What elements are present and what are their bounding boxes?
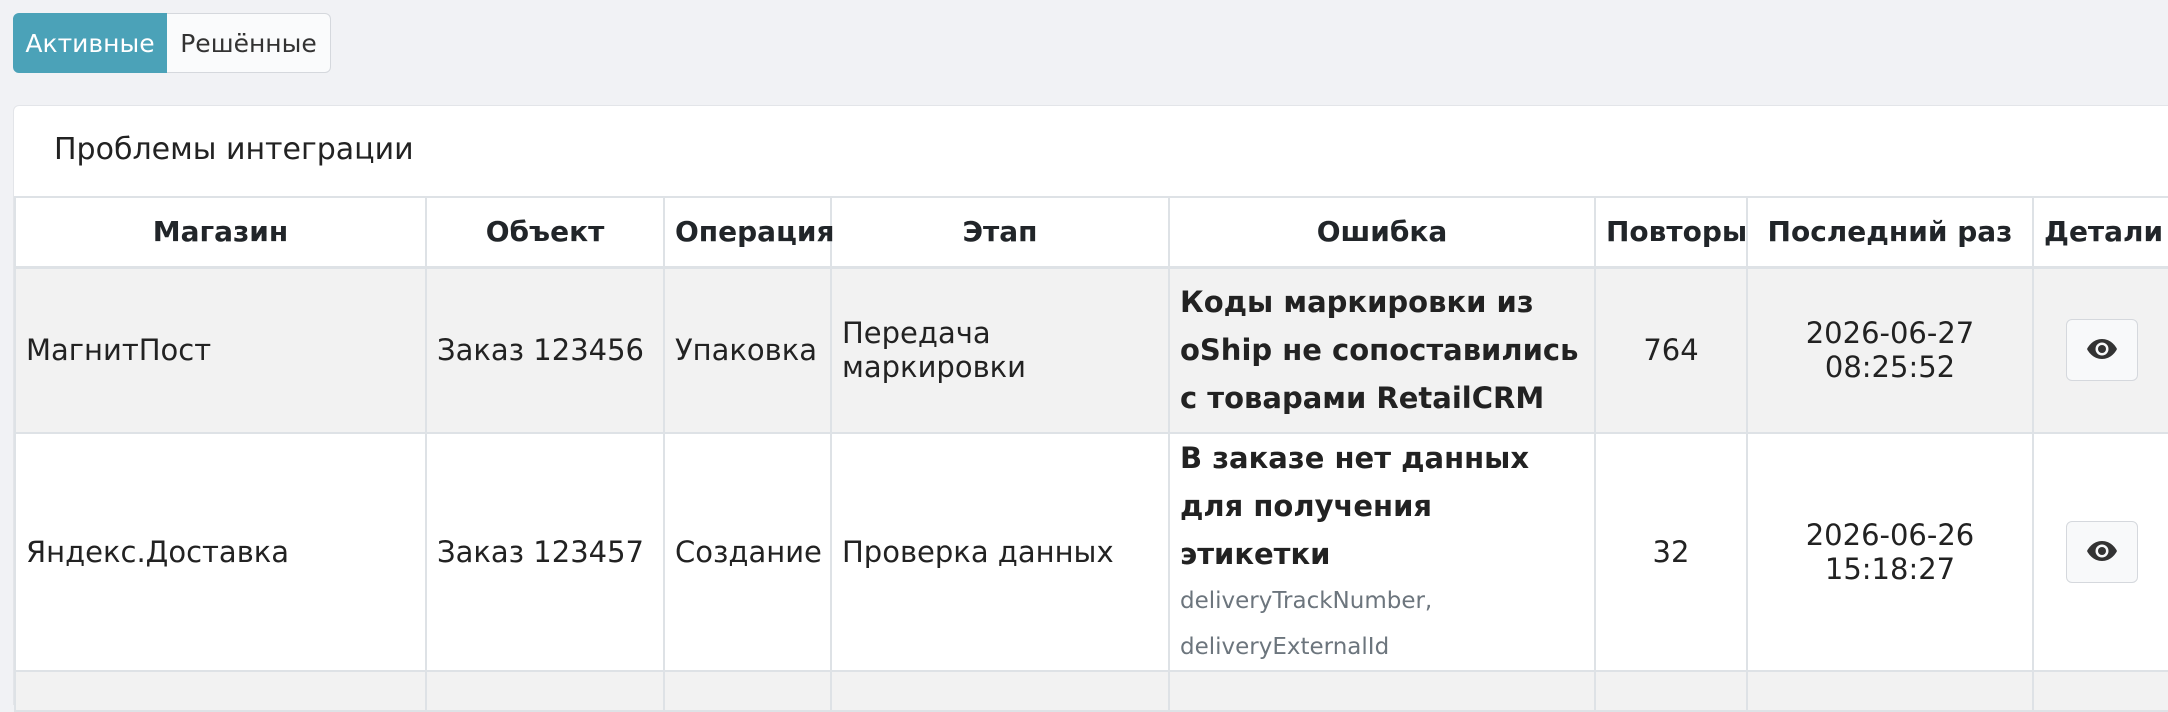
cell-empty	[1746, 670, 2034, 712]
header-object[interactable]: Объект	[425, 196, 665, 269]
error-detail: deliveryTrackNumber, deliveryExternalId	[1180, 588, 1433, 660]
card-title: Проблемы интеграции	[54, 132, 414, 167]
cell-retries: 32	[1594, 432, 1748, 672]
integration-issues-card: Проблемы интеграции Магазин Объект Опера…	[13, 105, 2168, 712]
error-message: В заказе нет данных для получения этикет…	[1180, 441, 1530, 571]
cell-operation: Упаковка	[663, 266, 832, 434]
cell-object: Заказ 123456	[425, 266, 665, 434]
cell-details	[2032, 266, 2168, 434]
cell-empty	[1168, 670, 1596, 712]
cell-object: Заказ 123457	[425, 432, 665, 672]
cell-error: Коды маркировки из oShip не сопоставилис…	[1168, 266, 1596, 434]
issues-table: Магазин Объект Операция Этап Ошибка Повт…	[14, 196, 2168, 712]
cell-empty	[1594, 670, 1748, 712]
cell-empty	[830, 670, 1170, 712]
tab-resolved[interactable]: Решённые	[167, 13, 331, 73]
header-retries[interactable]: Повторы	[1594, 196, 1748, 269]
eye-icon	[2086, 535, 2118, 569]
cell-shop: Яндекс.Доставка	[14, 432, 427, 672]
header-details: Детали	[2032, 196, 2168, 269]
cell-empty	[2032, 670, 2168, 712]
details-button[interactable]	[2066, 521, 2138, 583]
eye-icon	[2086, 333, 2118, 367]
cell-error: В заказе нет данных для получения этикет…	[1168, 432, 1596, 672]
header-operation[interactable]: Операция	[663, 196, 834, 269]
header-last-time[interactable]: Последний раз	[1746, 196, 2034, 269]
details-button[interactable]	[2066, 319, 2138, 382]
cell-empty	[14, 670, 427, 712]
table-row: МагнитПост Заказ 123456 Упаковка Передач…	[14, 266, 2168, 434]
header-error[interactable]: Ошибка	[1168, 196, 1596, 269]
table-row: Яндекс.Доставка Заказ 123457 Создание Пр…	[14, 432, 2168, 672]
cell-stage: Проверка данных	[830, 432, 1170, 672]
error-message: Коды маркировки из oShip не сопоставилис…	[1180, 285, 1579, 416]
cell-shop: МагнитПост	[14, 266, 427, 434]
cell-empty	[425, 670, 665, 712]
table-row	[14, 670, 2168, 712]
table-header-row: Магазин Объект Операция Этап Ошибка Повт…	[14, 196, 2168, 269]
status-tabs: Активные Решённые	[13, 13, 331, 73]
cell-last-time: 2026-06-27 08:25:52	[1746, 266, 2034, 434]
cell-details	[2032, 432, 2168, 672]
cell-last-time: 2026-06-26 15:18:27	[1746, 432, 2034, 672]
cell-retries: 764	[1594, 266, 1748, 434]
cell-stage: Передача маркировки	[830, 266, 1170, 434]
tab-active[interactable]: Активные	[13, 13, 167, 73]
cell-empty	[663, 670, 832, 712]
cell-operation: Создание	[663, 432, 832, 672]
header-stage[interactable]: Этап	[830, 196, 1170, 269]
header-shop[interactable]: Магазин	[14, 196, 427, 269]
